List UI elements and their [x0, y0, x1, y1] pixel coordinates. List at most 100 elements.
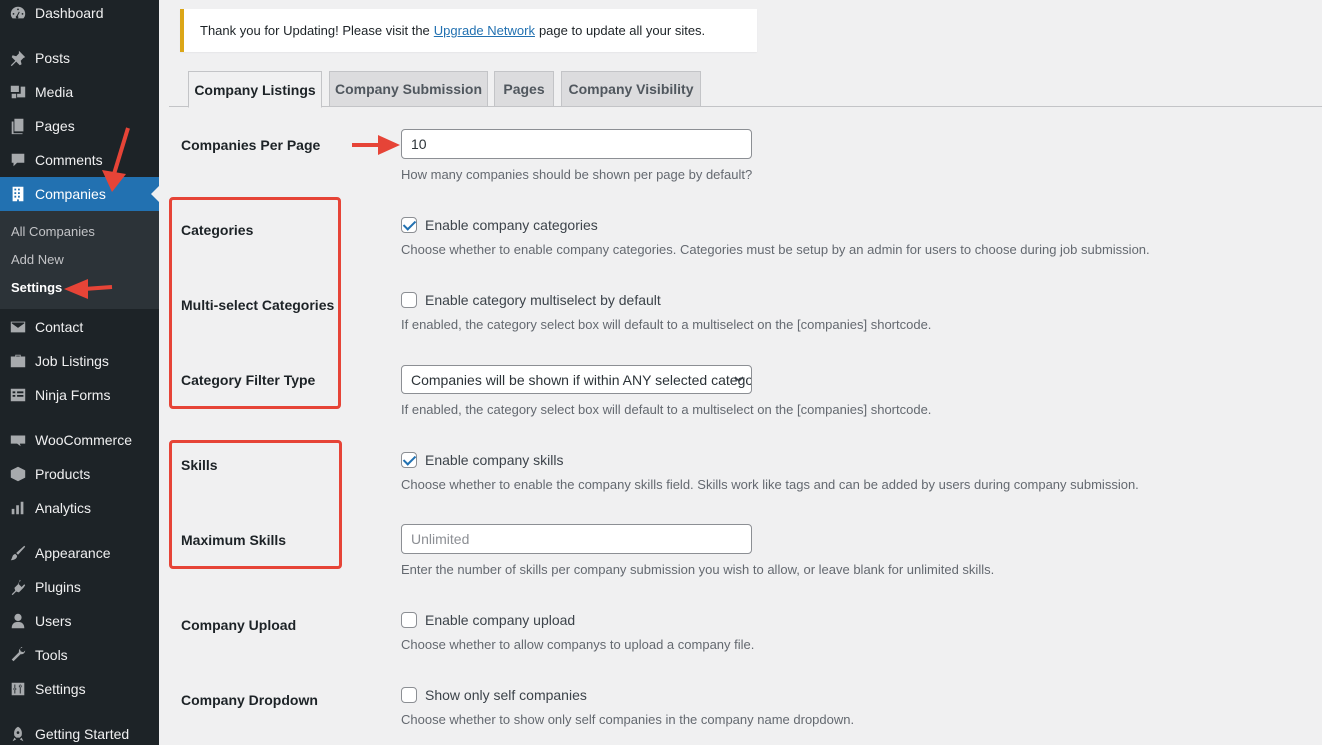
skills-desc: Choose whether to enable the company ski… [401, 477, 1139, 492]
products-icon [0, 465, 35, 483]
menu-item-posts[interactable]: Posts [0, 41, 159, 75]
menu-item-getting-started[interactable]: Getting Started [0, 717, 159, 745]
tab-company-visibility[interactable]: Company Visibility [561, 71, 701, 107]
upload-checkbox-label: Enable company upload [425, 612, 576, 628]
annotation-box-skills [169, 440, 342, 569]
menu-item-plugins[interactable]: Plugins [0, 570, 159, 604]
plugin-icon [0, 578, 35, 596]
tab-company-submission[interactable]: Company Submission [329, 71, 488, 107]
menu-label: Dashboard [35, 5, 104, 21]
notice-text-after: page to update all your sites. [538, 23, 706, 38]
upload-checkbox-line[interactable]: Enable company upload [401, 612, 575, 628]
menu-label: Appearance [35, 545, 111, 561]
menu-item-analytics[interactable]: Analytics [0, 491, 159, 525]
sliders-icon [0, 680, 35, 698]
multiselect-checkbox-label: Enable category multiselect by default [425, 292, 661, 308]
dropdown-label: Company Dropdown [181, 692, 318, 708]
analytics-icon [0, 499, 35, 517]
categories-desc: Choose whether to enable company categor… [401, 242, 1150, 257]
filter-type-select[interactable]: Companies will be shown if within ANY se… [401, 365, 752, 394]
comments-icon [0, 151, 35, 169]
skills-checkbox[interactable] [401, 452, 417, 468]
multiselect-checkbox[interactable] [401, 292, 417, 308]
menu-label: WooCommerce [35, 432, 132, 448]
menu-item-companies[interactable]: Companies [0, 177, 159, 211]
menu-item-users[interactable]: Users [0, 604, 159, 638]
skills-checkbox-label: Enable company skills [425, 452, 564, 468]
menu-item-settings[interactable]: Settings [0, 672, 159, 706]
menu-label: Pages [35, 118, 75, 134]
annotation-box-categories [169, 197, 341, 409]
per-page-input[interactable] [401, 129, 752, 159]
tab-company-listings[interactable]: Company Listings [188, 71, 322, 108]
menu-label: Getting Started [35, 726, 130, 742]
filter-type-desc: If enabled, the category select box will… [401, 402, 932, 417]
dropdown-desc: Choose whether to show only self compani… [401, 712, 855, 727]
menu-label: Contact [35, 319, 84, 335]
menu-label: Analytics [35, 500, 92, 516]
pin-icon [0, 49, 35, 67]
dropdown-checkbox[interactable] [401, 687, 417, 703]
per-page-label: Companies Per Page [181, 137, 321, 153]
menu-item-job-listings[interactable]: Job Listings [0, 344, 159, 378]
menu-item-dashboard[interactable]: Dashboard [0, 0, 159, 30]
max-skills-input[interactable] [401, 524, 752, 554]
briefcase-icon [0, 352, 35, 370]
dashboard-icon [0, 4, 35, 22]
forms-icon [0, 386, 35, 404]
tab-pages[interactable]: Pages [494, 71, 554, 107]
annotation-arrow-settings [64, 279, 113, 299]
menu-item-media[interactable]: Media [0, 75, 159, 109]
submenu-settings[interactable]: Settings [11, 280, 62, 295]
annotation-arrow-per-page [352, 135, 400, 155]
rocket-icon [0, 725, 35, 743]
building-icon [0, 185, 35, 203]
upgrade-network-link[interactable]: Upgrade Network [434, 23, 535, 38]
multiselect-desc: If enabled, the category select box will… [401, 317, 932, 332]
skills-checkbox-line[interactable]: Enable company skills [401, 452, 564, 468]
menu-item-woocommerce[interactable]: WooCommerce [0, 423, 159, 457]
dropdown-checkbox-line[interactable]: Show only self companies [401, 687, 587, 703]
multiselect-checkbox-line[interactable]: Enable category multiselect by default [401, 292, 661, 308]
menu-item-appearance[interactable]: Appearance [0, 536, 159, 570]
chevron-down-icon [734, 376, 744, 383]
users-icon [0, 612, 35, 630]
menu-label: Ninja Forms [35, 387, 111, 403]
annotation-arrow-companies [102, 127, 130, 192]
media-icon [0, 83, 35, 101]
submenu-add-new[interactable]: Add New [11, 252, 64, 267]
current-indicator [151, 186, 159, 202]
menu-item-products[interactable]: Products [0, 457, 159, 491]
max-skills-desc: Enter the number of skills per company s… [401, 562, 995, 577]
menu-label: Companies [35, 186, 106, 202]
upload-checkbox[interactable] [401, 612, 417, 628]
categories-checkbox-label: Enable company categories [425, 217, 598, 233]
submenu-all-companies[interactable]: All Companies [11, 224, 95, 239]
categories-checkbox[interactable] [401, 217, 417, 233]
menu-item-tools[interactable]: Tools [0, 638, 159, 672]
menu-label: Tools [35, 647, 68, 663]
menu-item-ninja-forms[interactable]: Ninja Forms [0, 378, 159, 412]
brush-icon [0, 544, 35, 562]
per-page-desc: How many companies should be shown per p… [401, 167, 753, 182]
menu-label: Settings [35, 681, 86, 697]
upload-desc: Choose whether to allow companys to uplo… [401, 637, 755, 652]
menu-item-comments[interactable]: Comments [0, 143, 159, 177]
update-notice: Thank you for Updating! Please visit the… [180, 9, 757, 52]
upload-label: Company Upload [181, 617, 297, 633]
dropdown-checkbox-label: Show only self companies [425, 687, 587, 703]
menu-label: Posts [35, 50, 71, 66]
filter-type-selected: Companies will be shown if within ANY se… [411, 371, 752, 388]
pages-icon [0, 117, 35, 135]
wrench-icon [0, 646, 35, 664]
menu-item-pages[interactable]: Pages [0, 109, 159, 143]
menu-label: Users [35, 613, 72, 629]
settings-tabs: Company Listings Company Submission Page… [169, 70, 1322, 108]
menu-label: Job Listings [35, 353, 109, 369]
categories-checkbox-line[interactable]: Enable company categories [401, 217, 598, 233]
mail-icon [0, 318, 35, 336]
admin-sidebar: Dashboard Posts Media Pages Comments Com… [0, 0, 159, 745]
menu-label: Products [35, 466, 91, 482]
menu-item-contact[interactable]: Contact [0, 310, 159, 344]
woo-icon [0, 431, 35, 449]
